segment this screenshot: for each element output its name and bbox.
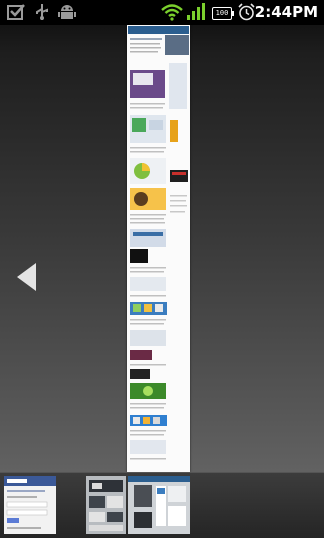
facebook-page-thumbnail[interactable]: [4, 476, 56, 534]
page-overview-strip[interactable]: [127, 25, 190, 472]
battery-icon: 100: [212, 7, 234, 20]
dark-page-thumbnail[interactable]: [86, 476, 126, 534]
alarm-icon: [238, 3, 255, 25]
current-page-thumbnail[interactable]: [128, 476, 190, 534]
task-notification-icon[interactable]: [7, 3, 25, 25]
usb-icon[interactable]: [34, 3, 50, 25]
thumbnail-tray: [0, 472, 324, 538]
back-arrow-icon[interactable]: [17, 263, 36, 291]
wifi-icon: [161, 3, 183, 25]
page-miniature: [128, 26, 189, 460]
clock: 2:44PM: [254, 3, 318, 21]
signal-icon: [186, 3, 206, 25]
status-bar: 100 2:44PM: [0, 0, 324, 25]
android-debug-icon[interactable]: [58, 3, 76, 25]
